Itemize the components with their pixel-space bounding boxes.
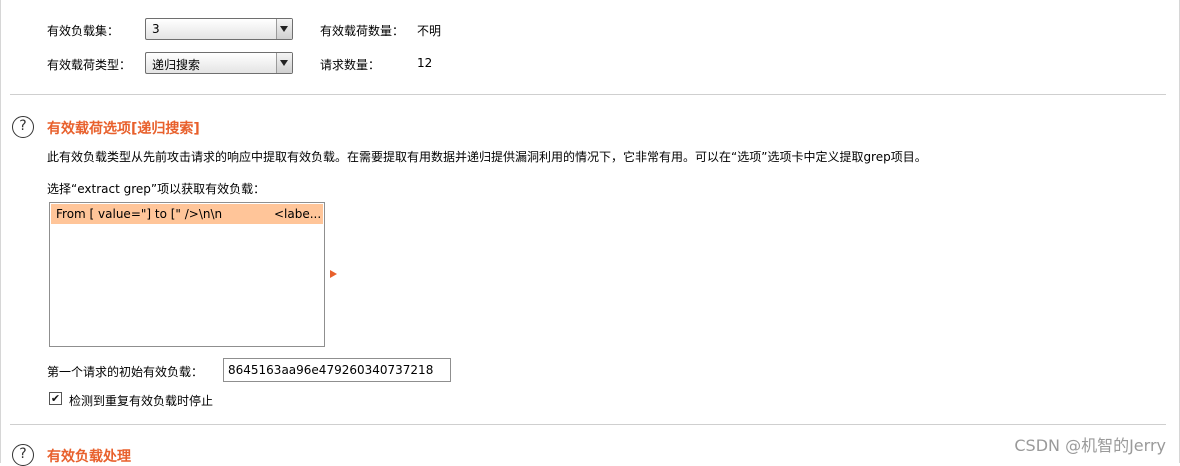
request-count-label: 请求数量：	[320, 58, 381, 72]
list-item[interactable]: From [ value="] to [" />\n\n <labe...	[51, 204, 323, 224]
payload-type-value: 递归搜索	[152, 58, 201, 72]
caret-right-icon[interactable]	[330, 270, 337, 278]
initial-payload-label: 第一个请求的初始有效负载：	[47, 365, 204, 379]
checkmark-icon: ✔	[50, 392, 61, 405]
help-icon[interactable]: ?	[12, 116, 34, 138]
payload-set-dropdown[interactable]: 3	[145, 18, 293, 40]
grep-item-extra: <labe...	[274, 207, 322, 221]
payload-count-value: 不明	[417, 24, 442, 38]
payload-options-description: 此有效负载类型从先前攻击请求的响应中提取有效负载。在需要提取有用数据并递归提供漏…	[47, 150, 927, 164]
payload-type-dropdown[interactable]: 递归搜索	[145, 52, 293, 74]
watermark: CSDN @机智的Jerry	[1014, 436, 1166, 455]
payload-count-label: 有效载荷数量：	[320, 24, 405, 38]
left-border	[0, 0, 1, 463]
request-count-value: 12	[417, 56, 433, 70]
payload-set-label: 有效负载集：	[47, 24, 120, 38]
payload-type-label: 有效载荷类型：	[47, 58, 132, 72]
payload-set-dropdown-button[interactable]	[276, 19, 292, 39]
chevron-down-icon	[280, 26, 288, 32]
chevron-down-icon	[280, 60, 288, 66]
stop-on-duplicate-label: 检测到重复有效负载时停止	[69, 394, 214, 408]
grep-item-range: From [ value="] to [" />\n\n	[56, 207, 223, 221]
payload-type-dropdown-button[interactable]	[276, 53, 292, 73]
stop-on-duplicate-checkbox[interactable]: ✔	[49, 392, 62, 405]
payload-set-value: 3	[152, 22, 160, 36]
grep-select-label: 选择“extract grep”项以获取有效负载：	[47, 182, 266, 196]
section-divider	[10, 94, 1166, 95]
grep-items-list[interactable]: From [ value="] to [" />\n\n <labe...	[49, 202, 325, 347]
payload-processing-title: 有效负载处理	[47, 449, 131, 465]
initial-payload-input[interactable]	[223, 358, 451, 382]
payload-options-title: 有效载荷选项[递归搜索]	[47, 121, 200, 137]
section-divider	[10, 424, 1166, 425]
